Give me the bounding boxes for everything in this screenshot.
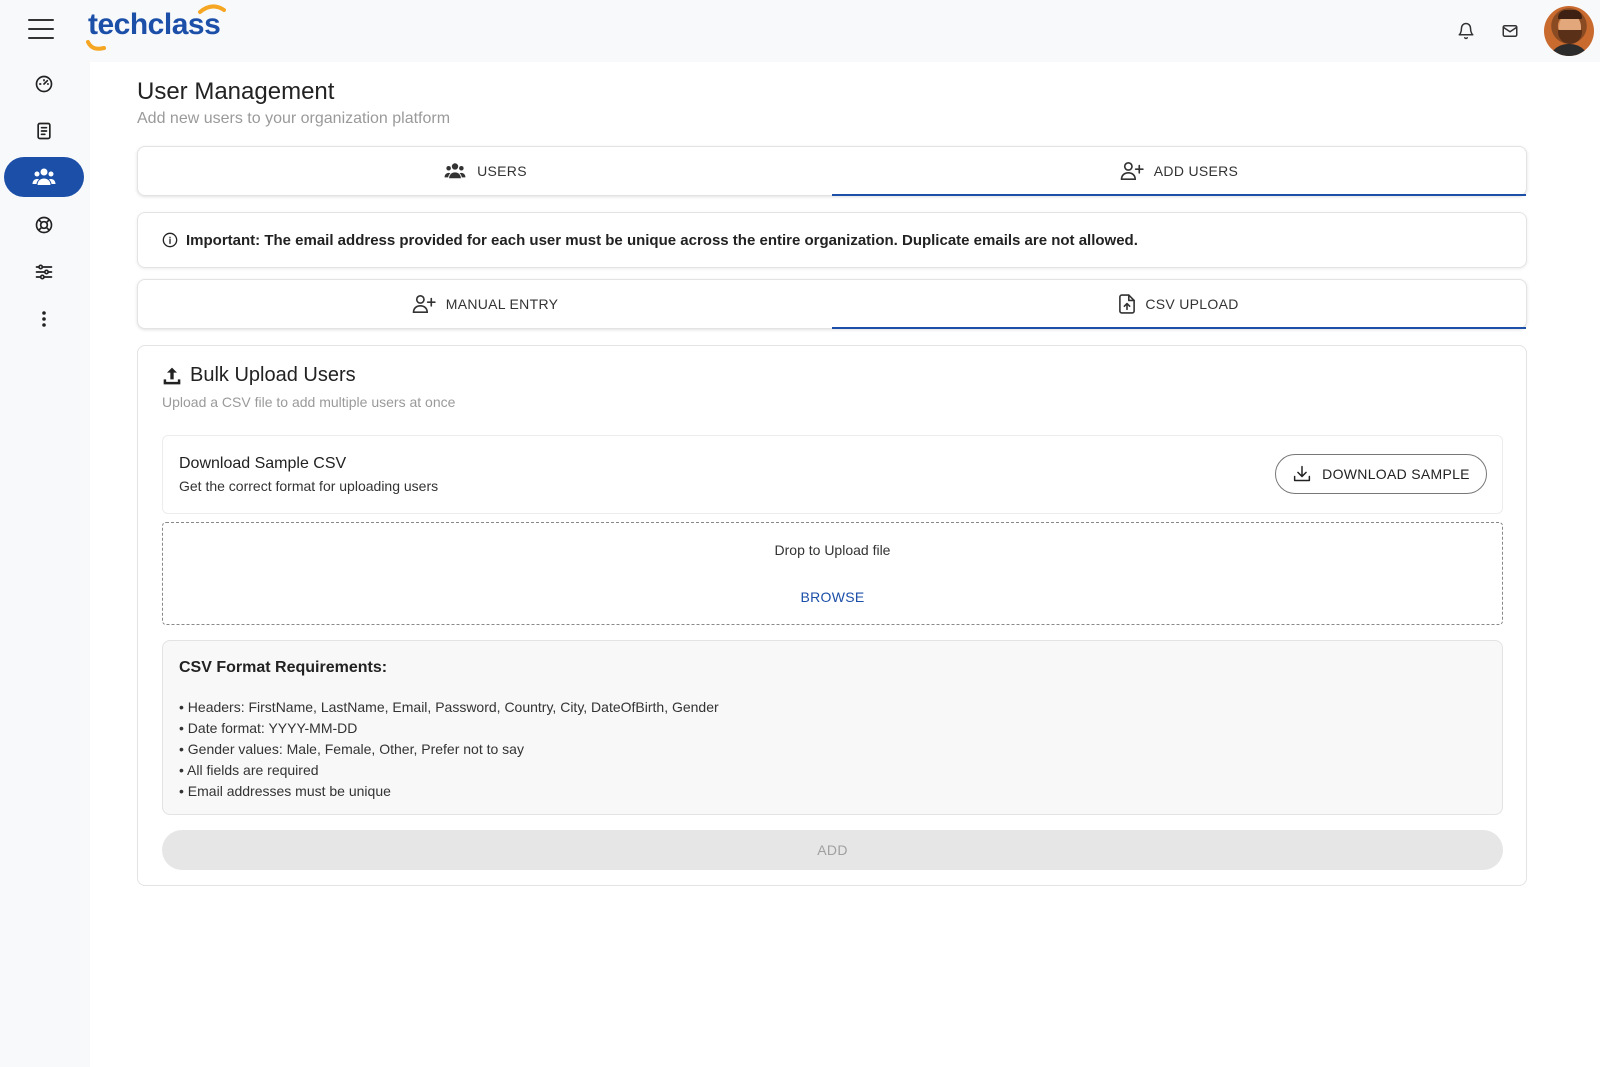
download-icon: [1294, 465, 1311, 482]
users-icon: [32, 168, 56, 185]
download-sample-label: DOWNLOAD SAMPLE: [1322, 466, 1470, 482]
info-icon: [162, 232, 178, 248]
list-item: • Email addresses must be unique: [179, 783, 391, 799]
menu-icon[interactable]: [28, 19, 54, 41]
upload-icon: [163, 367, 181, 384]
sidebar: [0, 62, 90, 1067]
dashboard-icon: [35, 75, 53, 93]
tab-users-label: USERS: [477, 163, 527, 179]
page-subtitle: Add new users to your organization platf…: [137, 110, 451, 127]
important-notice: Important: The email address provided fo…: [137, 212, 1527, 268]
more-vertical-icon: [42, 311, 46, 327]
sidebar-item-dashboard[interactable]: [4, 64, 84, 104]
sidebar-item-courses[interactable]: [4, 111, 84, 151]
add-button[interactable]: ADD: [162, 830, 1503, 870]
sidebar-item-settings[interactable]: [4, 252, 84, 292]
entry-tabs: MANUAL ENTRY CSV UPLOAD: [137, 279, 1527, 329]
file-upload-icon: [1119, 294, 1136, 314]
notice-text: Important: The email address provided fo…: [186, 231, 1138, 249]
logo-swoosh-icon: [86, 40, 106, 51]
download-sample-title: Download Sample CSV: [179, 455, 347, 472]
top-bar: techclass: [0, 0, 1600, 62]
bulk-upload-title: Bulk Upload Users: [162, 364, 356, 387]
book-icon: [37, 122, 51, 140]
logo-accent-icon: [198, 4, 226, 14]
tab-users[interactable]: USERS: [138, 147, 832, 195]
bulk-upload-title-text: Bulk Upload Users: [190, 364, 356, 386]
tab-add-users[interactable]: ADD USERS: [832, 147, 1526, 196]
support-icon: [35, 216, 53, 234]
user-plus-icon: [1120, 162, 1144, 180]
list-item: • Headers: FirstName, LastName, Email, P…: [179, 699, 719, 715]
mail-icon[interactable]: [1500, 21, 1520, 41]
tab-manual-entry-label: MANUAL ENTRY: [445, 296, 559, 312]
download-sample-subtitle: Get the correct format for uploading use…: [179, 478, 439, 494]
download-sample-section: Download Sample CSV Get the correct form…: [162, 435, 1503, 514]
avatar[interactable]: [1544, 6, 1594, 56]
sliders-icon: [35, 264, 53, 280]
list-item: • Gender values: Male, Female, Other, Pr…: [179, 741, 524, 757]
user-plus-icon: [412, 295, 436, 313]
main-tabs: USERS ADD USERS: [137, 146, 1527, 196]
tab-csv-upload-label: CSV UPLOAD: [1145, 296, 1239, 312]
browse-button[interactable]: BROWSE: [800, 589, 864, 605]
bell-icon[interactable]: [1456, 21, 1476, 41]
page-title: User Management: [137, 78, 335, 105]
bulk-upload-subtitle: Upload a CSV file to add multiple users …: [162, 394, 456, 410]
csv-requirements: CSV Format Requirements: • Headers: Firs…: [162, 640, 1503, 815]
sidebar-item-users[interactable]: [4, 157, 84, 197]
tab-manual-entry[interactable]: MANUAL ENTRY: [138, 280, 832, 328]
logo[interactable]: techclass: [86, 4, 226, 51]
download-sample-button[interactable]: DOWNLOAD SAMPLE: [1275, 454, 1487, 494]
main-content: User Management Add new users to your or…: [90, 62, 1600, 1067]
list-item: • All fields are required: [179, 762, 319, 778]
list-item: • Date format: YYYY-MM-DD: [179, 720, 358, 736]
csv-requirements-list: • Headers: FirstName, LastName, Email, P…: [179, 697, 719, 802]
bulk-upload-card: Bulk Upload Users Upload a CSV file to a…: [137, 345, 1527, 886]
drop-zone-text: Drop to Upload file: [774, 542, 891, 558]
file-drop-zone[interactable]: Drop to Upload file BROWSE: [162, 522, 1503, 625]
sidebar-item-more[interactable]: [4, 299, 84, 339]
users-group-icon: [444, 163, 466, 179]
tab-csv-upload[interactable]: CSV UPLOAD: [832, 280, 1526, 329]
sidebar-item-support[interactable]: [4, 205, 84, 245]
csv-requirements-title: CSV Format Requirements:: [179, 659, 388, 676]
tab-add-users-label: ADD USERS: [1153, 163, 1239, 179]
